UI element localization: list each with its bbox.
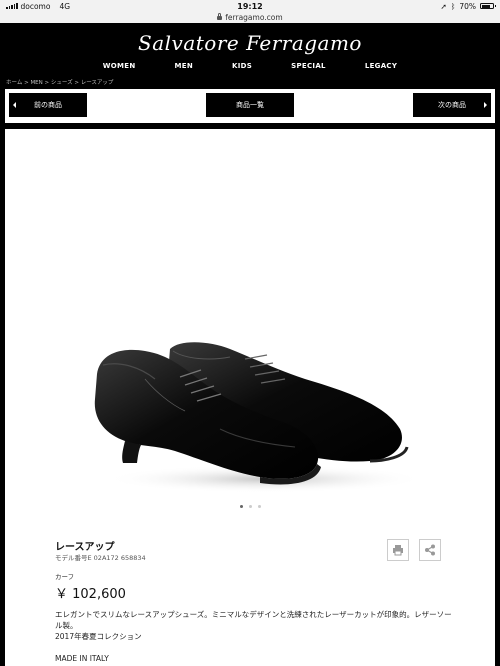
next-product-label: 次の商品 xyxy=(438,101,466,109)
product-name: レースアップ xyxy=(55,542,115,553)
share-button[interactable] xyxy=(419,539,441,561)
collection-label: 2017年春夏コレクション xyxy=(55,632,142,641)
origin-label: MADE IN ITALY xyxy=(55,654,109,663)
nav-item-special[interactable]: SPECIAL xyxy=(291,62,326,70)
bluetooth-icon: ᛒ xyxy=(450,1,456,11)
material-label: カーフ xyxy=(55,573,75,581)
nav-item-men[interactable]: MEN xyxy=(175,62,194,70)
lock-icon xyxy=(217,13,223,20)
product-list-label: 商品一覧 xyxy=(236,101,264,109)
product-image xyxy=(94,342,425,493)
carrier-label: docomo xyxy=(20,1,51,11)
next-product-button[interactable]: 次の商品 xyxy=(413,93,491,117)
carousel-indicators xyxy=(5,505,495,508)
print-button[interactable] xyxy=(387,539,409,561)
breadcrumb[interactable]: ホーム > MEN > シューズ > レースアップ xyxy=(6,78,113,86)
status-bar-left: docomo 4G xyxy=(6,2,70,11)
nav-item-kids[interactable]: KIDS xyxy=(232,62,252,70)
chevron-right-icon xyxy=(484,102,487,108)
battery-percent: 70% xyxy=(459,1,476,11)
main-nav: WOMEN MEN KIDS SPECIAL LEGACY xyxy=(0,62,500,70)
product-image-carousel[interactable] xyxy=(5,129,495,499)
print-icon xyxy=(393,545,403,556)
status-bar: docomo 4G 19:12 ➚ ᛒ 70% xyxy=(0,0,500,12)
address-bar[interactable]: ferragamo.com xyxy=(0,12,500,23)
chevron-left-icon xyxy=(13,102,16,108)
url-text: ferragamo.com xyxy=(225,13,283,22)
carousel-dot[interactable] xyxy=(248,505,252,508)
nav-item-legacy[interactable]: LEGACY xyxy=(365,62,397,70)
product-pager: 前の商品 商品一覧 次の商品 xyxy=(5,89,495,123)
carousel-dot[interactable] xyxy=(257,505,261,508)
product-price: ￥ 102,600 xyxy=(55,587,126,602)
location-icon: ➚ xyxy=(440,1,447,11)
brand-logo[interactable]: Salvatore Ferragamo xyxy=(0,31,500,55)
model-number: モデル番号E 02A172 658834 xyxy=(55,554,146,562)
signal-icon xyxy=(6,3,18,9)
status-bar-right: ➚ ᛒ 70% xyxy=(440,1,496,11)
battery-icon xyxy=(480,3,496,9)
prev-product-button[interactable]: 前の商品 xyxy=(9,93,87,117)
clock: 19:12 xyxy=(237,1,263,11)
product-list-button[interactable]: 商品一覧 xyxy=(206,93,294,117)
product-description: エレガントでスリムなレースアップシューズ。ミニマルなデザインと洗練されたレーザー… xyxy=(55,610,452,630)
site-header: Salvatore Ferragamo WOMEN MEN KIDS SPECI… xyxy=(0,23,500,76)
battery-fill xyxy=(481,4,490,8)
carousel-dot[interactable] xyxy=(239,505,243,508)
product-detail: レースアップ モデル番号E 02A172 658834 カーフ ￥ 102,60… xyxy=(5,129,495,666)
prev-product-label: 前の商品 xyxy=(34,101,62,109)
network-label: 4G xyxy=(59,1,71,11)
share-icon xyxy=(425,544,435,556)
nav-item-women[interactable]: WOMEN xyxy=(103,62,136,70)
